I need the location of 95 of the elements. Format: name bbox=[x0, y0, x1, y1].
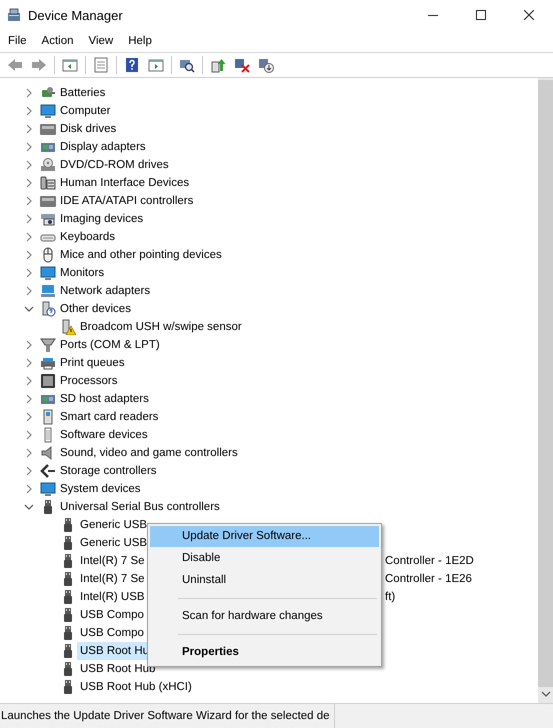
expand-chevron-icon[interactable] bbox=[24, 124, 34, 134]
monitor-magnifier-icon[interactable] bbox=[179, 57, 195, 73]
unknown-device-icon bbox=[40, 301, 56, 317]
tree-item-text: Controller - 1E26 bbox=[385, 573, 472, 585]
tree-item[interactable]: Display adapters bbox=[57, 138, 149, 156]
expand-chevron-icon[interactable] bbox=[24, 142, 34, 152]
tree-item[interactable]: Print queues bbox=[57, 354, 128, 372]
menu-item[interactable]: View bbox=[82, 33, 120, 49]
document-icon[interactable] bbox=[93, 57, 109, 73]
expand-chevron-icon[interactable] bbox=[24, 358, 34, 368]
tree-item[interactable]: Other devices bbox=[57, 300, 134, 318]
expand-chevron-icon[interactable] bbox=[24, 412, 34, 422]
drive-icon bbox=[40, 193, 56, 209]
tree-item[interactable]: USB Root Hub (xHCI) bbox=[77, 678, 195, 696]
tree-item[interactable]: Imaging devices bbox=[57, 210, 146, 228]
monitor-icon bbox=[40, 103, 56, 119]
tree-item[interactable]: IDE ATA/ATAPI controllers bbox=[57, 192, 196, 210]
drive-icon bbox=[40, 121, 56, 137]
expand-chevron-icon[interactable] bbox=[24, 232, 34, 242]
status-text: Launches the Update Driver Software Wizard for the selected de bbox=[0, 704, 335, 728]
back-arrow-icon[interactable] bbox=[7, 57, 23, 73]
expand-chevron-icon[interactable] bbox=[24, 196, 34, 206]
tree-item[interactable]: Universal Serial Bus controllers bbox=[57, 498, 223, 516]
tree-item[interactable]: Batteries bbox=[57, 84, 108, 102]
expand-chevron-icon[interactable] bbox=[24, 214, 34, 224]
menu-item[interactable]: Properties bbox=[150, 642, 379, 663]
expand-chevron-icon[interactable] bbox=[24, 394, 34, 404]
menu-item[interactable]: Uninstall bbox=[150, 570, 379, 591]
expand-chevron-icon[interactable] bbox=[24, 340, 34, 350]
help-icon[interactable] bbox=[124, 57, 140, 73]
tree-item[interactable]: System devices bbox=[57, 480, 144, 498]
menu-item[interactable]: Action bbox=[36, 33, 80, 49]
forward-arrow-icon[interactable] bbox=[31, 57, 47, 73]
menu-item[interactable]: Scan for hardware changes bbox=[150, 606, 379, 627]
menu-item[interactable]: Disable bbox=[150, 548, 379, 569]
expand-chevron-icon[interactable] bbox=[24, 160, 34, 170]
tree-item-text: ft) bbox=[385, 591, 396, 603]
warning-device-icon bbox=[60, 319, 76, 335]
pane-icon[interactable] bbox=[148, 57, 164, 73]
expand-chevron-icon[interactable] bbox=[24, 250, 34, 260]
expand-chevron-icon[interactable] bbox=[24, 286, 34, 296]
expand-chevron-icon[interactable] bbox=[24, 484, 34, 494]
expand-chevron-icon[interactable] bbox=[24, 448, 34, 458]
expand-chevron-icon[interactable] bbox=[24, 430, 34, 440]
tree-item[interactable]: SD host adapters bbox=[57, 390, 152, 408]
collapse-chevron-icon[interactable] bbox=[24, 502, 34, 512]
menu-item[interactable]: Help bbox=[122, 33, 158, 49]
tree-item-text: Controller - 1E2D bbox=[385, 555, 474, 567]
tree-item[interactable]: Monitors bbox=[57, 264, 108, 282]
upload-icon[interactable] bbox=[210, 57, 226, 73]
tree-item[interactable]: Smart card readers bbox=[57, 408, 162, 426]
scroll-down-icon[interactable] bbox=[540, 691, 550, 697]
tree-item[interactable]: Software devices bbox=[57, 426, 151, 444]
tree-item[interactable]: Computer bbox=[57, 102, 114, 120]
menu-item[interactable]: Update Driver Software... bbox=[150, 526, 379, 547]
expand-chevron-icon[interactable] bbox=[24, 88, 34, 98]
monitor-icon bbox=[40, 481, 56, 497]
tree-item[interactable]: Keyboards bbox=[57, 228, 118, 246]
tree-item[interactable]: Generic USB bbox=[77, 534, 150, 552]
expand-chevron-icon[interactable] bbox=[24, 178, 34, 188]
collapse-chevron-icon[interactable] bbox=[24, 304, 34, 314]
tree-item[interactable]: Disk drives bbox=[57, 120, 120, 138]
pane-icon[interactable] bbox=[62, 57, 78, 73]
tree-item[interactable]: Ports (COM & LPT) bbox=[57, 336, 163, 354]
chip-icon bbox=[40, 373, 56, 389]
tree-item[interactable]: Network adapters bbox=[57, 282, 154, 300]
close-icon[interactable] bbox=[524, 10, 534, 20]
monitor-icon bbox=[40, 265, 56, 281]
disc-drive-icon bbox=[40, 157, 56, 173]
port-icon bbox=[40, 337, 56, 353]
computer-icon bbox=[7, 7, 21, 23]
tree-item[interactable]: Mice and other pointing devices bbox=[57, 246, 225, 264]
monitor-cross-icon[interactable] bbox=[234, 57, 250, 73]
down-arrow-icon[interactable] bbox=[258, 57, 274, 73]
printer-icon bbox=[40, 355, 56, 371]
tree-item[interactable]: DVD/CD-ROM drives bbox=[57, 156, 172, 174]
tree-item[interactable]: Broadcom USH w/swipe sensor bbox=[77, 318, 245, 336]
tree-item[interactable]: Sound, video and game controllers bbox=[57, 444, 241, 462]
tree-item[interactable]: Processors bbox=[57, 372, 121, 390]
expand-chevron-icon[interactable] bbox=[24, 376, 34, 386]
tree-item[interactable]: USB Compo bbox=[77, 624, 147, 642]
expand-chevron-icon[interactable] bbox=[24, 268, 34, 278]
tree-item[interactable]: USB Compo bbox=[77, 606, 147, 624]
menu-item[interactable]: File bbox=[2, 33, 33, 49]
expand-chevron-icon[interactable] bbox=[24, 106, 34, 116]
tree-item[interactable]: Human Interface Devices bbox=[57, 174, 192, 192]
expand-chevron-icon[interactable] bbox=[24, 466, 34, 476]
network-icon bbox=[40, 283, 56, 299]
maximize-icon[interactable] bbox=[476, 10, 486, 20]
storage-controller-icon bbox=[40, 463, 56, 479]
tree-item[interactable]: Storage controllers bbox=[57, 462, 160, 480]
scanner-icon bbox=[40, 211, 56, 227]
keypad-icon bbox=[40, 175, 56, 191]
tree-item[interactable]: Generic USB bbox=[77, 516, 150, 534]
window-title: Device Manager bbox=[28, 8, 123, 22]
